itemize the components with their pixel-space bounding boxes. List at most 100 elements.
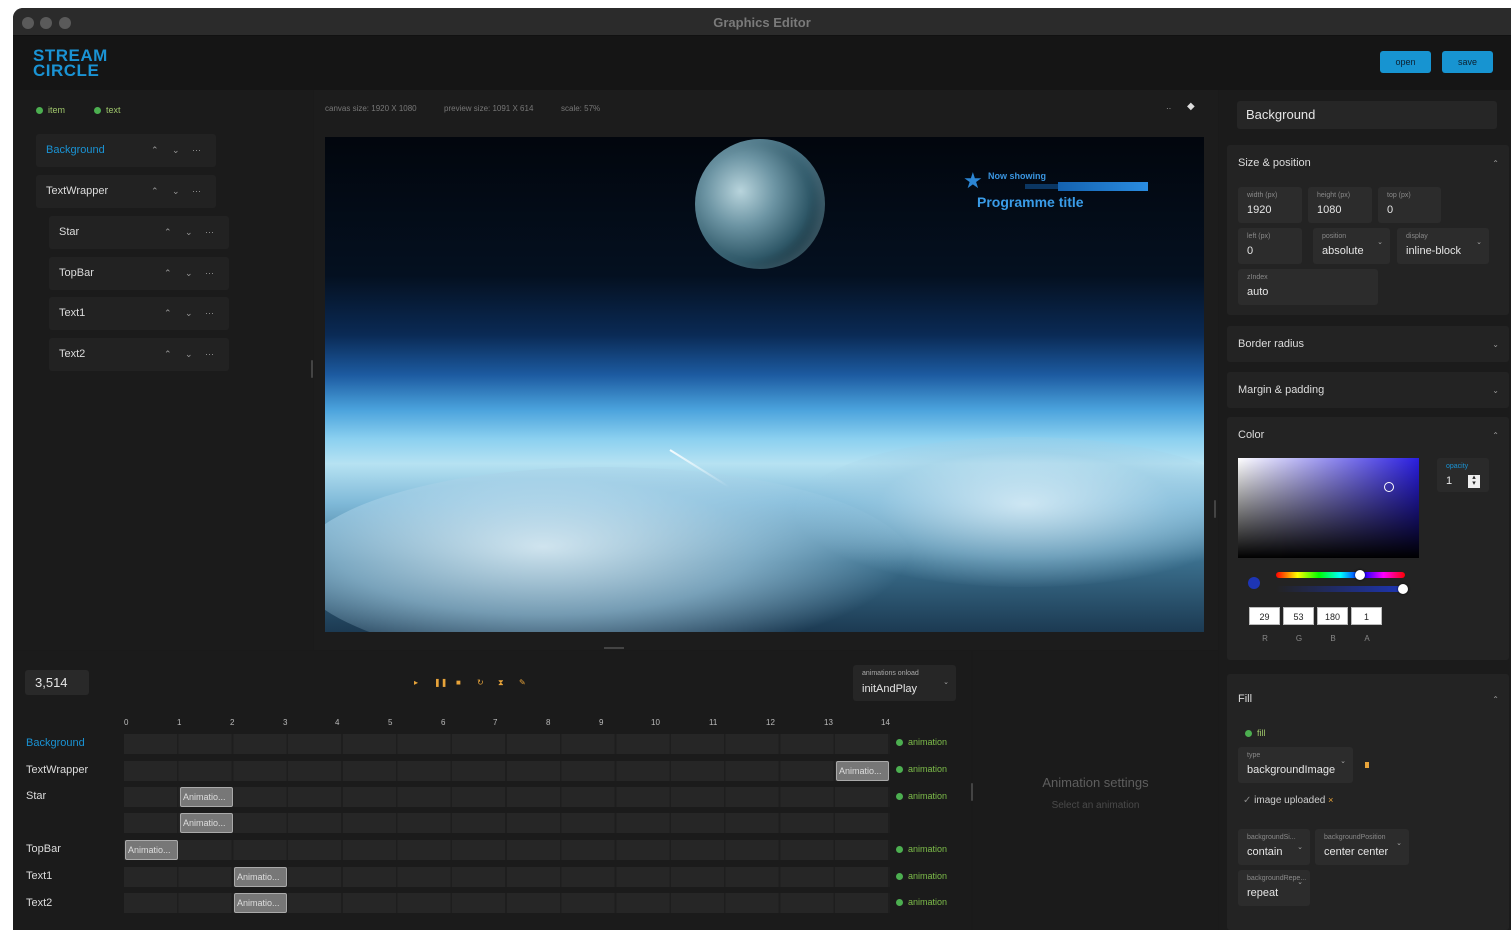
- add-item-button[interactable]: item: [36, 105, 65, 115]
- pause-icon[interactable]: ❚❚: [434, 678, 447, 687]
- background-size-select[interactable]: backgroundSi... contain ⌄: [1238, 829, 1310, 865]
- replay-icon[interactable]: ↻: [477, 678, 484, 687]
- left-field[interactable]: left (px) 0: [1238, 228, 1302, 264]
- more-icon[interactable]: ···: [192, 134, 201, 167]
- more-icon[interactable]: ···: [205, 297, 214, 330]
- move-up-icon[interactable]: ⌃: [164, 297, 172, 330]
- move-down-icon[interactable]: ⌄: [185, 297, 193, 330]
- add-animation-button[interactable]: animation: [896, 737, 947, 747]
- red-input[interactable]: 29: [1249, 607, 1280, 625]
- background-position-select[interactable]: backgroundPosition center center ⌄: [1315, 829, 1409, 865]
- chevron-up-icon[interactable]: ⌃: [1492, 159, 1499, 168]
- green-input[interactable]: 53: [1283, 607, 1314, 625]
- tree-item-background[interactable]: Background ⌃ ⌄ ···: [36, 134, 216, 167]
- fullscreen-icon[interactable]: ◆: [1187, 101, 1195, 112]
- display-select[interactable]: display inline-block ⌄: [1397, 228, 1489, 264]
- collapse-icon[interactable]: ··: [1166, 104, 1171, 113]
- timeline-track[interactable]: [124, 840, 890, 860]
- move-down-icon[interactable]: ⌄: [185, 257, 193, 290]
- tree-item-text1[interactable]: Text1 ⌃ ⌄ ···: [49, 297, 229, 330]
- add-fill-button[interactable]: fill: [1245, 728, 1266, 738]
- margin-padding-section[interactable]: Margin & padding ⌄: [1227, 372, 1509, 408]
- more-icon[interactable]: ···: [205, 257, 214, 290]
- more-icon[interactable]: ···: [205, 338, 214, 371]
- timeline-track[interactable]: [124, 813, 890, 833]
- blue-input[interactable]: 180: [1317, 607, 1348, 625]
- add-text-button[interactable]: text: [94, 105, 121, 115]
- move-up-icon[interactable]: ⌃: [164, 257, 172, 290]
- animation-block[interactable]: Animatio...: [125, 840, 178, 860]
- fill-type-select[interactable]: type backgroundImage ⌄: [1238, 747, 1353, 783]
- remove-image-icon[interactable]: ×: [1328, 795, 1333, 805]
- timeline-track[interactable]: [124, 761, 890, 781]
- position-select[interactable]: position absolute ⌄: [1313, 228, 1390, 264]
- chevron-up-icon[interactable]: ⌃: [1492, 431, 1499, 440]
- move-up-icon[interactable]: ⌃: [164, 338, 172, 371]
- section-title[interactable]: Size & position: [1238, 157, 1311, 169]
- add-animation-button[interactable]: animation: [896, 791, 947, 801]
- move-up-icon[interactable]: ⌃: [164, 216, 172, 249]
- border-radius-section[interactable]: Border radius ⌄: [1227, 326, 1509, 362]
- move-up-icon[interactable]: ⌃: [151, 134, 159, 167]
- panel-resize-handle[interactable]: [1214, 500, 1216, 518]
- more-icon[interactable]: ···: [192, 175, 201, 208]
- add-animation-button[interactable]: animation: [896, 764, 947, 774]
- color-saturation-picker[interactable]: [1238, 458, 1419, 558]
- tree-item-star[interactable]: Star ⌃ ⌄ ···: [49, 216, 229, 249]
- animation-block[interactable]: Animatio...: [234, 893, 287, 913]
- tree-item-topbar[interactable]: TopBar ⌃ ⌄ ···: [49, 257, 229, 290]
- timeline-track[interactable]: [124, 734, 890, 754]
- section-title[interactable]: Fill: [1238, 693, 1252, 705]
- background-repeat-select[interactable]: backgroundRepe... repeat ⌄: [1238, 870, 1310, 906]
- add-animation-button[interactable]: animation: [896, 897, 947, 907]
- tree-item-textwrapper[interactable]: TextWrapper ⌃ ⌄ ···: [36, 175, 216, 208]
- top-field[interactable]: top (px) 0: [1378, 187, 1441, 223]
- section-title[interactable]: Color: [1238, 429, 1264, 441]
- timeline-row-label[interactable]: Background: [26, 737, 85, 749]
- hue-slider[interactable]: [1276, 570, 1405, 580]
- chevron-down-icon[interactable]: ⌄: [1492, 340, 1499, 349]
- height-field[interactable]: height (px) 1080: [1308, 187, 1372, 223]
- chevron-down-icon[interactable]: ⌄: [1492, 386, 1499, 395]
- timeline-row-label[interactable]: TopBar: [26, 843, 61, 855]
- add-animation-button[interactable]: animation: [896, 844, 947, 854]
- timeline-row-label[interactable]: Text2: [26, 897, 52, 909]
- hourglass-icon[interactable]: ⧗: [498, 678, 504, 688]
- save-button[interactable]: save: [1442, 51, 1493, 73]
- move-down-icon[interactable]: ⌄: [172, 134, 180, 167]
- alpha-slider[interactable]: [1276, 584, 1408, 594]
- move-up-icon[interactable]: ⌃: [151, 175, 159, 208]
- element-name-input[interactable]: Background: [1237, 101, 1497, 129]
- width-field[interactable]: width (px) 1920: [1238, 187, 1302, 223]
- zindex-field[interactable]: zIndex auto: [1238, 269, 1378, 305]
- stop-icon[interactable]: ■: [456, 678, 461, 687]
- more-icon[interactable]: ···: [205, 216, 214, 249]
- preview-canvas[interactable]: ★ Now showing Programme title: [325, 137, 1204, 632]
- timeline-track[interactable]: [124, 787, 890, 807]
- animation-block[interactable]: Animatio...: [180, 813, 233, 833]
- timeline-resize-handle[interactable]: [604, 647, 624, 649]
- add-animation-button[interactable]: animation: [896, 871, 947, 881]
- animation-block[interactable]: Animatio...: [836, 761, 889, 781]
- timeline-row-label[interactable]: Star: [26, 790, 46, 802]
- opacity-field[interactable]: opacity 1 ▴ ▾: [1437, 458, 1489, 492]
- alpha-slider-knob[interactable]: [1398, 584, 1408, 594]
- stepper-icon[interactable]: ▴ ▾: [1468, 474, 1480, 488]
- animation-block[interactable]: Animatio...: [180, 787, 233, 807]
- panel-resize-handle[interactable]: [311, 360, 313, 378]
- animation-block[interactable]: Animatio...: [234, 867, 287, 887]
- move-down-icon[interactable]: ⌄: [172, 175, 180, 208]
- tree-item-text2[interactable]: Text2 ⌃ ⌄ ···: [49, 338, 229, 371]
- timeline-row-label[interactable]: TextWrapper: [26, 764, 88, 776]
- animations-onload-select[interactable]: animations onload initAndPlay ⌄: [853, 665, 956, 701]
- alpha-input[interactable]: 1: [1351, 607, 1382, 625]
- hue-slider-knob[interactable]: [1355, 570, 1365, 580]
- move-down-icon[interactable]: ⌄: [185, 216, 193, 249]
- move-down-icon[interactable]: ⌄: [185, 338, 193, 371]
- chevron-up-icon[interactable]: ⌃: [1492, 695, 1499, 704]
- remove-fill-icon[interactable]: [1365, 762, 1369, 768]
- play-icon[interactable]: ▸: [414, 678, 418, 687]
- timeline-row-label[interactable]: Text1: [26, 870, 52, 882]
- open-button[interactable]: open: [1380, 51, 1431, 73]
- picker-handle[interactable]: [1384, 482, 1394, 492]
